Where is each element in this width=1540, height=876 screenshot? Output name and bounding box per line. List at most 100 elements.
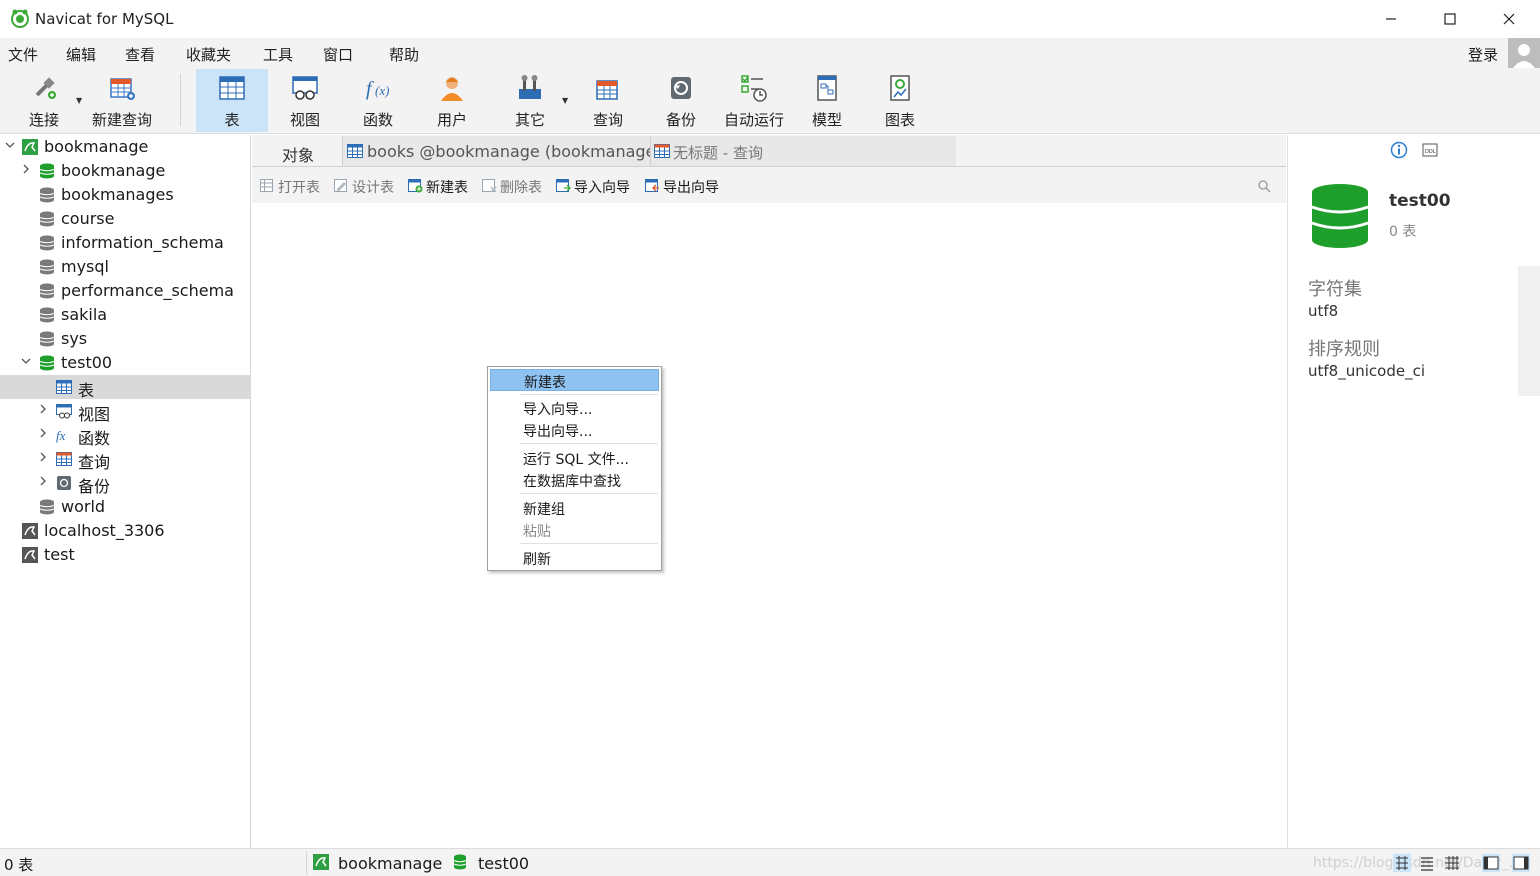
ctx-refresh[interactable]: 刷新	[490, 547, 659, 569]
menu-tools[interactable]: 工具	[263, 44, 293, 65]
menu-help[interactable]: 帮助	[389, 44, 419, 65]
tree-db-information-schema[interactable]: information_schema	[0, 231, 251, 255]
close-button[interactable]	[1480, 0, 1538, 38]
menu-window[interactable]: 窗口	[323, 44, 353, 65]
menu-favorites[interactable]: 收藏夹	[186, 44, 231, 65]
ctx-import-wizard[interactable]: 导入向导...	[490, 397, 659, 419]
tree-connection-test[interactable]: test	[0, 543, 251, 567]
export-icon	[645, 179, 659, 192]
maximize-button[interactable]	[1421, 0, 1479, 38]
automation-button[interactable]: 自动运行	[722, 69, 786, 132]
ctx-export-wizard[interactable]: 导出向导...	[490, 419, 659, 441]
minimize-button[interactable]	[1362, 0, 1420, 38]
function-fx-icon: f (x)	[366, 78, 389, 100]
database-icon	[39, 331, 55, 347]
delete-table-button[interactable]: 删除表	[482, 177, 552, 196]
ctx-separator	[520, 443, 658, 444]
new-query-icon	[110, 78, 135, 100]
tree-db-world[interactable]: world	[0, 495, 251, 519]
tree-connection-bookmanage[interactable]: bookmanage	[0, 135, 251, 159]
info-panel-scrollbar[interactable]	[1518, 266, 1540, 396]
user-button[interactable]: 用户	[426, 69, 478, 132]
chevron-down-icon[interactable]	[4, 139, 16, 151]
connect-dropdown-icon[interactable]: ▼	[76, 96, 82, 105]
tab-strip: 对象 books @bookmanage (bookmanage... 无标题 …	[252, 135, 1286, 166]
query-button[interactable]: 查询	[582, 69, 634, 132]
model-button[interactable]: 模型	[801, 69, 853, 132]
menu-view[interactable]: 查看	[125, 44, 155, 65]
new-table-button[interactable]: 新建表	[408, 177, 478, 196]
tree-node-backups[interactable]: 备份	[0, 471, 251, 496]
charset-label: 字符集	[1308, 279, 1362, 300]
view-list-icon[interactable]	[1418, 854, 1436, 872]
chevron-down-icon[interactable]	[20, 355, 32, 367]
export-wizard-button[interactable]: 导出向导	[645, 177, 729, 196]
tree-connection-localhost[interactable]: localhost_3306	[0, 519, 251, 543]
search-icon[interactable]	[1257, 179, 1271, 193]
open-table-button[interactable]: 打开表	[260, 177, 330, 196]
status-separator	[306, 851, 307, 875]
tab-books-table[interactable]: books @bookmanage (bookmanage...	[342, 136, 671, 166]
info-icon[interactable]	[1390, 141, 1408, 159]
tree-db-sys[interactable]: sys	[0, 327, 251, 351]
close-icon	[1503, 13, 1515, 25]
chevron-right-icon[interactable]	[37, 475, 49, 487]
menu-edit[interactable]: 编辑	[66, 44, 96, 65]
table-icon	[56, 380, 72, 394]
menu-file[interactable]: 文件	[8, 44, 38, 65]
table-button[interactable]: 表	[196, 69, 268, 132]
view-grid-icon[interactable]	[1393, 854, 1411, 872]
svg-text:fx: fx	[56, 428, 66, 443]
ctx-paste[interactable]: 粘贴	[490, 519, 659, 541]
database-open-icon	[453, 854, 467, 870]
tree-db-course[interactable]: course	[0, 207, 251, 231]
tab-objects[interactable]: 对象	[252, 136, 342, 166]
ctx-new-table[interactable]: 新建表	[490, 369, 659, 391]
ctx-run-sql-file[interactable]: 运行 SQL 文件...	[490, 447, 659, 469]
tree-node-queries[interactable]: 查询	[0, 447, 251, 472]
ctx-new-group[interactable]: 新建组	[490, 497, 659, 519]
tree-node-views[interactable]: 视图	[0, 399, 251, 424]
view-detail-icon[interactable]	[1443, 854, 1461, 872]
chevron-right-icon[interactable]	[37, 403, 49, 415]
tree-db-mysql[interactable]: mysql	[0, 255, 251, 279]
chevron-right-icon[interactable]	[37, 451, 49, 463]
backup-button[interactable]: 备份	[655, 69, 707, 132]
object-list-area[interactable]	[254, 203, 1286, 848]
status-connection: bookmanage	[338, 854, 443, 873]
ctx-find-in-database[interactable]: 在数据库中查找	[490, 469, 659, 491]
chevron-right-icon[interactable]	[37, 427, 49, 439]
status-bar: 0 表 bookmanage test00 https://blog.csdn.…	[0, 848, 1540, 876]
login-link[interactable]: 登录	[1468, 44, 1498, 65]
other-dropdown-icon[interactable]: ▼	[562, 96, 568, 105]
database-open-icon	[39, 355, 55, 371]
panel-left-toggle-icon[interactable]	[1482, 854, 1500, 872]
function-button[interactable]: f (x) 函数	[352, 69, 404, 132]
import-wizard-button[interactable]: 导入向导	[556, 177, 640, 196]
avatar[interactable]	[1508, 38, 1540, 70]
chevron-right-icon[interactable]	[20, 163, 32, 175]
ddl-icon[interactable]: DDL	[1422, 142, 1438, 158]
minimize-icon	[1386, 18, 1396, 20]
backup-icon	[671, 77, 691, 99]
tree-db-performance-schema[interactable]: performance_schema	[0, 279, 251, 303]
chart-button[interactable]: 图表	[874, 69, 926, 132]
tree-db-bookmanage[interactable]: bookmanage	[0, 159, 251, 183]
tree-db-bookmanages[interactable]: bookmanages	[0, 183, 251, 207]
panel-right-toggle-icon[interactable]	[1512, 854, 1530, 872]
tree-node-tables[interactable]: 表	[0, 375, 251, 400]
other-button[interactable]: 其它	[504, 69, 556, 132]
connect-button[interactable]: 连接	[20, 69, 68, 132]
tree-node-functions[interactable]: fx 函数	[0, 423, 251, 448]
tab-untitled-query[interactable]: 无标题 - 查询	[650, 136, 956, 166]
database-icon	[39, 259, 55, 275]
main-toolbar: 连接 ▼ 新建查询 表 视图 f (x) 函数 用户 其它 ▼ 查询 备份 自动…	[0, 68, 1540, 134]
design-table-button[interactable]: 设计表	[334, 177, 404, 196]
window-title: Navicat for MySQL	[35, 10, 174, 28]
collation-value: utf8_unicode_ci	[1308, 362, 1425, 380]
tree-db-sakila[interactable]: sakila	[0, 303, 251, 327]
tree-db-test00[interactable]: test00	[0, 351, 251, 375]
new-query-button[interactable]: 新建查询	[90, 69, 154, 132]
object-toolbar: 打开表 设计表 新建表 删除表 导入向导 导出向导	[252, 167, 1286, 203]
view-button[interactable]: 视图	[279, 69, 331, 132]
